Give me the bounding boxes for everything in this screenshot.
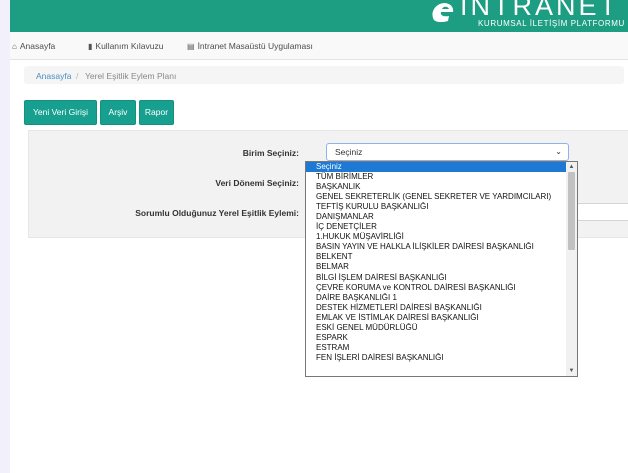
report-button[interactable]: Rapor xyxy=(139,100,174,125)
dropdown-option[interactable]: FEN İŞLERİ DAİRESİ BAŞKANLIĞI xyxy=(306,353,566,363)
new-entry-button[interactable]: Yeni Veri Girişi xyxy=(24,100,97,125)
nav-manual-link[interactable]: ▮ Kullanım Kılavuzu xyxy=(88,41,163,51)
period-label: Veri Dönemi Seçiniz: xyxy=(215,178,299,188)
dropdown-option[interactable]: ESPARK xyxy=(306,333,566,343)
dropdown-option[interactable]: ESKİ GENEL MÜDÜRLÜĞÜ xyxy=(306,323,566,333)
scroll-down-arrow-icon[interactable]: ▼ xyxy=(566,366,577,376)
breadcrumb-current: Yerel Eşitlik Eylem Planı xyxy=(85,71,177,81)
nav-desktop-app-label: İntranet Masaüstü Uygulaması xyxy=(197,41,313,51)
action-label: Sorumlu Olduğunuz Yerel Eşitlik Eylemi: xyxy=(135,208,299,218)
unit-select-value: Seçiniz xyxy=(335,147,363,157)
dropdown-option[interactable]: İÇ DENETÇİLER xyxy=(306,222,566,232)
top-navigation: ⌂ Anasayfa ▮ Kullanım Kılavuzu ▤ İntranet M… xyxy=(10,32,628,60)
dropdown-option[interactable]: BİLGİ İŞLEM DAİRESİ BAŞKANLIĞI xyxy=(306,273,566,283)
book-icon: ▮ xyxy=(88,42,93,51)
scrollbar-thumb[interactable] xyxy=(568,172,575,250)
unit-select[interactable]: Seçiniz ⌄ xyxy=(326,143,569,161)
logo-title: INTRANET xyxy=(460,0,619,21)
home-icon: ⌂ xyxy=(12,42,17,51)
dropdown-scrollbar[interactable]: ▲ ▼ xyxy=(566,162,577,376)
nav-home-label: Anasayfa xyxy=(19,41,56,51)
dropdown-option[interactable]: 1.HUKUK MÜŞAVİRLİĞİ xyxy=(306,232,566,242)
dropdown-option[interactable]: TÜM BİRİMLER xyxy=(306,172,566,182)
dropdown-option[interactable]: DANIŞMANLAR xyxy=(306,212,566,222)
dropdown-option[interactable]: BASIN YAYIN VE HALKLA İLİŞKİLER DAİRESİ … xyxy=(306,242,566,252)
breadcrumb-separator: / xyxy=(76,71,79,81)
scroll-up-arrow-icon[interactable]: ▲ xyxy=(566,162,577,172)
unit-label: Birim Seçiniz: xyxy=(242,148,299,158)
logo-subtitle: KURUMSAL İLETİŞİM PLATFORMU xyxy=(478,19,625,28)
intranet-logo-icon xyxy=(432,3,454,22)
archive-button[interactable]: Arşiv xyxy=(100,100,136,125)
dropdown-option[interactable]: ESTRAM xyxy=(306,343,566,353)
dropdown-option[interactable]: DAİRE BAŞKANLIĞI 1 xyxy=(306,293,566,303)
nav-manual-label: Kullanım Kılavuzu xyxy=(95,41,164,51)
dropdown-option[interactable]: Seçiniz xyxy=(306,162,566,173)
dropdown-option[interactable]: TEFTİŞ KURULU BAŞKANLIĞI xyxy=(306,202,566,212)
dropdown-option[interactable]: ÇEVRE KORUMA ve KONTROL DAİRESİ BAŞKANLI… xyxy=(306,283,566,293)
dropdown-option[interactable]: GENEL SEKRETERLİK (GENEL SEKRETER VE YAR… xyxy=(306,192,566,202)
chevron-down-icon: ⌄ xyxy=(555,147,562,156)
dropdown-options: Seçiniz TÜM BİRİMLER BAŞKANLIK GENEL SEKRET… xyxy=(306,162,566,363)
nav-desktop-app-link[interactable]: ▤ İntranet Masaüstü Uygulaması xyxy=(187,41,313,51)
desktop-icon: ▤ xyxy=(187,42,195,51)
breadcrumb: Anasayfa / Yerel Eşitlik Eylem Planı xyxy=(24,66,624,84)
dropdown-option[interactable]: DESTEK HİZMETLERİ DAİRESİ BAŞKANLIĞI xyxy=(306,303,566,313)
header-bar: INTRANET KURUMSAL İLETİŞİM PLATFORMU xyxy=(10,0,628,32)
breadcrumb-home-link[interactable]: Anasayfa xyxy=(36,71,71,81)
dropdown-option[interactable]: EMLAK VE İSTİMLAK DAİRESİ BAŞKANLIĞI xyxy=(306,313,566,323)
dropdown-option[interactable]: BELMAR xyxy=(306,262,566,272)
unit-dropdown-list[interactable]: Seçiniz TÜM BİRİMLER BAŞKANLIK GENEL SEKRET… xyxy=(305,161,578,377)
dropdown-option[interactable]: BAŞKANLIK xyxy=(306,182,566,192)
dropdown-option[interactable]: BELKENT xyxy=(306,252,566,262)
nav-home-link[interactable]: ⌂ Anasayfa xyxy=(12,41,55,51)
